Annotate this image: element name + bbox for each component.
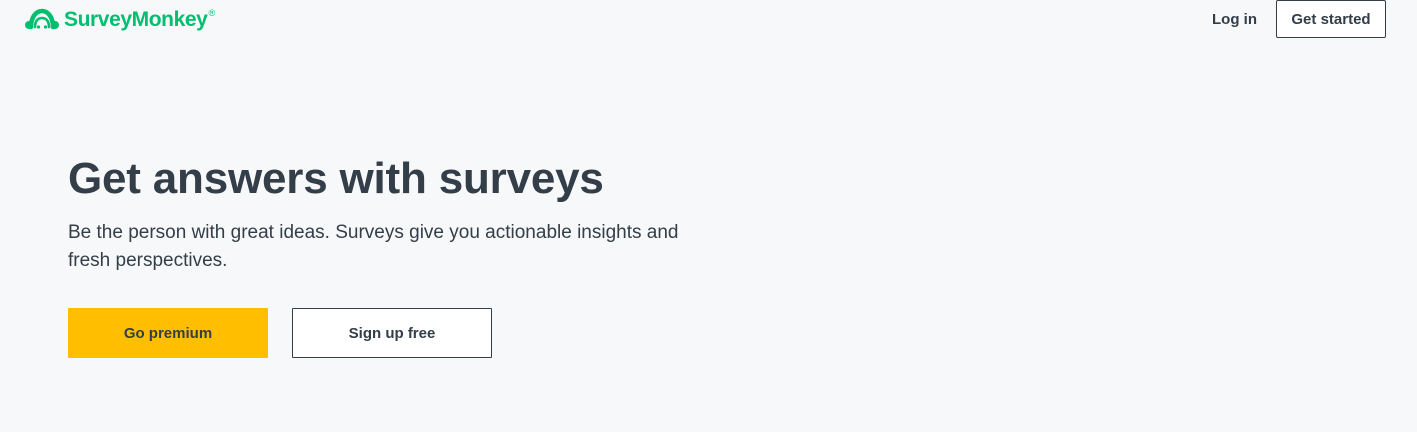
- surveymonkey-logo[interactable]: SurveyMonkey ®: [24, 6, 215, 34]
- hero-subtitle: Be the person with great ideas. Surveys …: [68, 222, 679, 271]
- hero-title: Get answers with surveys: [68, 154, 604, 203]
- surveymonkey-logo-icon: [25, 8, 59, 30]
- registered-mark: ®: [208, 8, 216, 18]
- top-navigation: SurveyMonkey ® Log in Get started: [0, 0, 1417, 44]
- call-to-action-buttons: Go premium Sign up free: [68, 308, 492, 358]
- get-started-button[interactable]: Get started: [1276, 0, 1386, 38]
- go-premium-button[interactable]: Go premium: [68, 308, 268, 358]
- login-link[interactable]: Log in: [1212, 8, 1257, 32]
- hero-section: Get answers with surveys Be the person w…: [68, 148, 788, 275]
- logo-wordmark: SurveyMonkey: [64, 8, 208, 31]
- sign-up-free-button[interactable]: Sign up free: [292, 308, 492, 358]
